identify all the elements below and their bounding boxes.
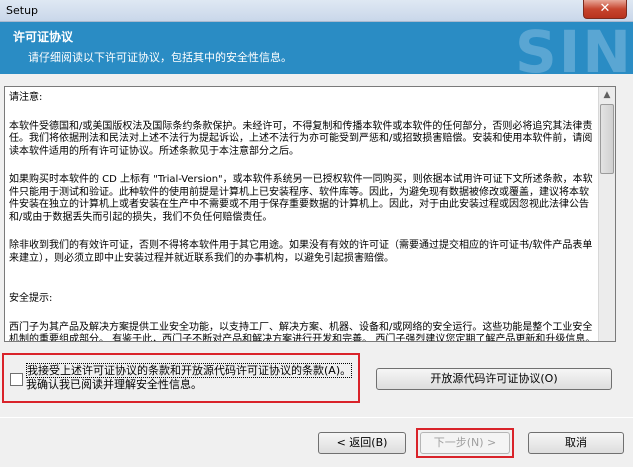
title-bar: Setup ✕ bbox=[0, 0, 633, 22]
license-paragraph bbox=[9, 109, 597, 117]
license-paragraph: 除非收到我们的有效许可证，否则不得将本软件用于其它用途。如果没有有效的许可证（需… bbox=[9, 240, 593, 264]
license-text: 请注意: 本软件受德国和/或美国版权法及国际条约条款保护。未经许可，不得复制和传播… bbox=[9, 92, 597, 342]
accept-highlight: 我接受上述许可证协议的条款和开放源代码许可证协议的条款(A)。 我确认我已阅读并… bbox=[2, 353, 360, 403]
accept-checkbox[interactable] bbox=[10, 373, 23, 386]
next-button[interactable]: 下一步(N) > bbox=[420, 432, 510, 454]
license-paragraph bbox=[9, 310, 597, 318]
license-paragraph: 如果购买时本软件的 CD 上标有 "Trial-Version"，或本软件系统另… bbox=[9, 174, 593, 223]
accept-label-line2: 我确认我已阅读并理解安全性信息。 bbox=[26, 378, 202, 391]
license-paragraph bbox=[9, 281, 597, 289]
cancel-button[interactable]: 取消 bbox=[528, 432, 624, 454]
close-icon: ✕ bbox=[599, 1, 611, 16]
vertical-scrollbar[interactable]: ▲ bbox=[598, 87, 615, 341]
back-button[interactable]: < 返回(B) bbox=[318, 432, 406, 454]
open-source-license-button[interactable]: 开放源代码许可证协议(O) bbox=[376, 368, 612, 390]
license-paragraph: 本软件受德国和/或美国版权法及国际条约条款保护。未经许可，不得复制和传播本软件或… bbox=[9, 120, 593, 157]
license-paragraph bbox=[9, 228, 597, 236]
close-button[interactable]: ✕ bbox=[583, 0, 627, 19]
accept-label-line1: 我接受上述许可证协议的条款和开放源代码许可证协议的条款(A)。 bbox=[26, 363, 353, 378]
brand-logo: SIN bbox=[515, 22, 633, 74]
license-text-area[interactable]: 请注意: 本软件受德国和/或美国版权法及国际条约条款保护。未经许可，不得复制和传播… bbox=[4, 86, 616, 342]
license-paragraph bbox=[9, 162, 597, 170]
license-paragraph: 西门子为其产品及解决方案提供工业安全功能，以支持工厂、解决方案、机器、设备和/或… bbox=[9, 321, 596, 342]
license-paragraph bbox=[9, 269, 597, 277]
scroll-up-icon[interactable]: ▲ bbox=[599, 87, 615, 103]
footer-divider bbox=[0, 417, 633, 418]
window-title: Setup bbox=[6, 4, 39, 17]
page-title: 许可证协议 bbox=[13, 30, 74, 44]
header-banner: 许可证协议 请仔细阅读以下许可证协议，包括其中的安全性信息。 SIN bbox=[0, 22, 633, 74]
license-paragraph: 请注意: bbox=[9, 92, 43, 103]
page-subtitle: 请仔细阅读以下许可证协议，包括其中的安全性信息。 bbox=[28, 51, 292, 64]
license-paragraph: 安全提示: bbox=[9, 293, 53, 304]
scrollbar-thumb[interactable] bbox=[600, 104, 614, 174]
accept-label[interactable]: 我接受上述许可证协议的条款和开放源代码许可证协议的条款(A)。 我确认我已阅读并… bbox=[26, 363, 356, 392]
